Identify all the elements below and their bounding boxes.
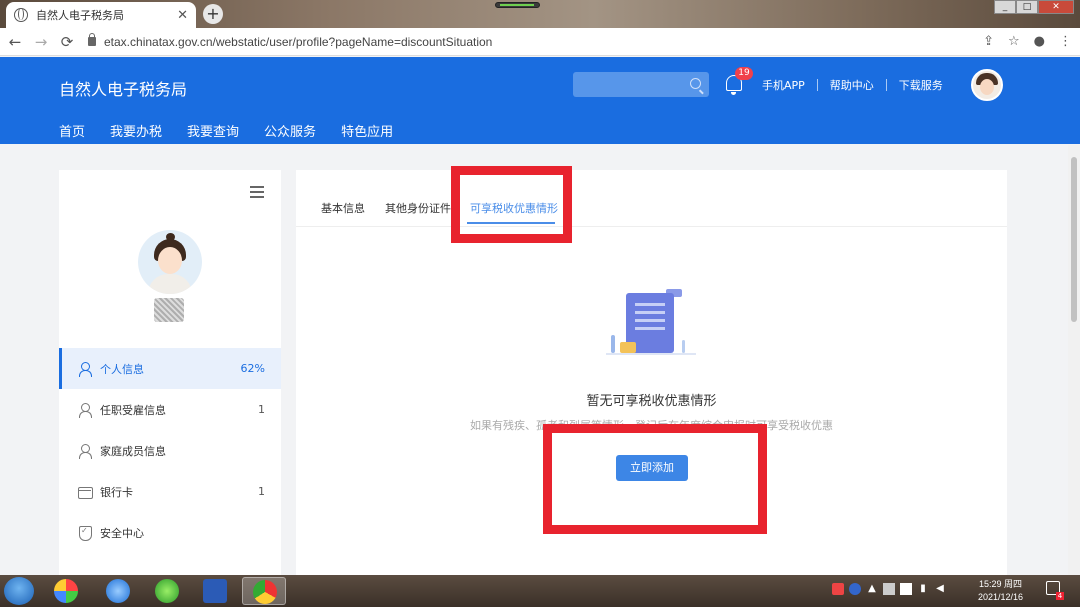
more-menu-icon[interactable]: ⋮ [1059,34,1072,49]
taskbar: ▲ ▮ ◀ 15:29 周四 2021/12/16 4 [0,575,1080,607]
notification-badge: 19 [735,67,753,80]
ie-icon [106,579,130,603]
tab-basic-info[interactable]: 基本信息 [321,200,365,216]
nav-featured-apps[interactable]: 特色应用 [341,121,393,140]
volume-icon[interactable]: ◀ [934,583,946,595]
profile-sidebar: 个人信息 62% 任职受雇信息 1 家庭成员信息 银行卡 1 安全中心 [59,170,281,580]
bookmark-star-icon[interactable]: ☆ [1008,34,1020,49]
taskbar-word[interactable] [193,577,237,605]
bank-card-icon [78,485,93,499]
sidebar-item-label: 个人信息 [100,362,144,376]
empty-state-illustration [606,285,696,365]
profile-tabs: 基本信息 其他身份证件 可享税收优惠情形 [296,170,1007,227]
user-avatar[interactable] [971,69,1003,101]
system-tray: ▲ ▮ ◀ [832,583,946,595]
shield-icon [78,525,92,541]
browser-tab-bar: 自然人电子税务局 ✕ + _ □ ✕ [0,0,1080,28]
sidebar-item-family[interactable]: 家庭成员信息 [59,430,281,471]
tab-close-icon[interactable]: ✕ [177,8,188,23]
forward-icon[interactable]: → [30,33,52,51]
browser-tab[interactable]: 自然人电子税务局 ✕ [6,2,196,28]
window-controls: _ □ ✕ [994,0,1074,14]
profile-menu: 个人信息 62% 任职受雇信息 1 家庭成员信息 银行卡 1 安全中心 [59,348,281,553]
globe-icon [14,8,28,22]
app-icon [54,579,78,603]
person-icon [78,361,92,377]
taskbar-ie[interactable] [96,577,140,605]
help-icon[interactable] [849,583,861,595]
sidebar-item-label: 任职受雇信息 [100,403,166,417]
new-tab-button[interactable]: + [203,4,223,24]
link-help-center[interactable]: 帮助中心 [830,77,874,93]
minimize-button[interactable]: _ [994,0,1016,14]
completion-percent: 62% [240,362,265,375]
menu-icon[interactable] [250,186,264,201]
main-nav: 首页 我要办税 我要查询 公众服务 特色应用 [59,121,393,140]
family-icon [78,443,92,459]
maximize-button[interactable]: □ [1016,0,1038,14]
profile-icon[interactable]: ● [1034,34,1045,49]
page-scrollbar[interactable] [1068,145,1080,575]
sidebar-item-security[interactable]: 安全中心 [59,512,281,553]
sidebar-item-label: 安全中心 [100,526,144,540]
app-icon [155,579,179,603]
divider [816,79,818,91]
profile-avatar [138,230,202,294]
employee-icon [78,402,92,418]
tray-icon[interactable] [883,583,895,595]
nav-public-service[interactable]: 公众服务 [264,121,316,140]
taskbar-app-green[interactable] [145,577,189,605]
browser-actions: ⇪ ☆ ● ⋮ [983,34,1072,49]
clock-date: 2021/12/16 [978,592,1024,602]
clock-time: 15:29 周四 [979,579,1023,589]
avatar-face [980,79,994,95]
link-mobile-app[interactable]: 手机APP [762,77,805,93]
taskbar-clock[interactable]: 15:29 周四 2021/12/16 [978,578,1023,604]
highlight-box-tab [451,166,572,243]
back-icon[interactable]: ← [4,33,26,51]
search-icon[interactable] [690,78,701,89]
empty-state-title: 暂无可享税收优惠情形 [586,394,717,409]
loading-indicator [495,2,540,8]
notify-badge: 4 [1056,592,1064,600]
address-bar: ← → ⟳ etax.chinatax.gov.cn/webstatic/use… [0,28,1080,56]
header-links: 手机APP 帮助中心 下载服务 [762,77,943,93]
sidebar-item-label: 家庭成员信息 [100,444,166,458]
close-window-button[interactable]: ✕ [1038,0,1074,14]
url-text: etax.chinatax.gov.cn/webstatic/user/prof… [104,34,493,49]
start-button[interactable] [4,577,34,605]
taskbar-app-1[interactable] [44,577,88,605]
taskbar-chrome[interactable] [242,577,286,605]
nav-tax-handling[interactable]: 我要办税 [110,121,162,140]
tab-other-id[interactable]: 其他身份证件 [385,200,451,216]
highlight-box-button [543,424,767,534]
tray-icon[interactable] [832,583,844,595]
url-field[interactable]: etax.chinatax.gov.cn/webstatic/user/prof… [88,33,493,49]
sidebar-item-count: 1 [258,403,265,416]
share-icon[interactable]: ⇪ [983,34,994,49]
site-header: 自然人电子税务局 19 手机APP 帮助中心 下载服务 首页 我要办税 我要查询… [0,57,1080,144]
word-icon [203,579,227,603]
lock-icon [88,33,96,46]
sidebar-item-employment[interactable]: 任职受雇信息 1 [59,389,281,430]
tray-icon[interactable] [900,583,912,595]
sidebar-item-count: 1 [258,485,265,498]
link-download[interactable]: 下载服务 [899,77,943,93]
blurred-user-name [154,298,184,322]
wallet-icon [620,342,636,353]
tab-title: 自然人电子税务局 [36,9,124,22]
site-title[interactable]: 自然人电子税务局 [59,76,187,100]
tray-icon[interactable]: ▲ [866,583,878,595]
chrome-icon [253,580,277,604]
reload-icon[interactable]: ⟳ [56,33,78,51]
scrollbar-thumb[interactable] [1071,157,1077,322]
search-input[interactable] [573,72,709,97]
nav-home[interactable]: 首页 [59,121,85,140]
sidebar-item-label: 银行卡 [100,485,133,499]
network-icon[interactable]: ▮ [917,583,929,595]
sidebar-item-personal-info[interactable]: 个人信息 62% [59,348,281,389]
divider [885,79,887,91]
sidebar-item-bank-card[interactable]: 银行卡 1 [59,471,281,512]
nav-query[interactable]: 我要查询 [187,121,239,140]
